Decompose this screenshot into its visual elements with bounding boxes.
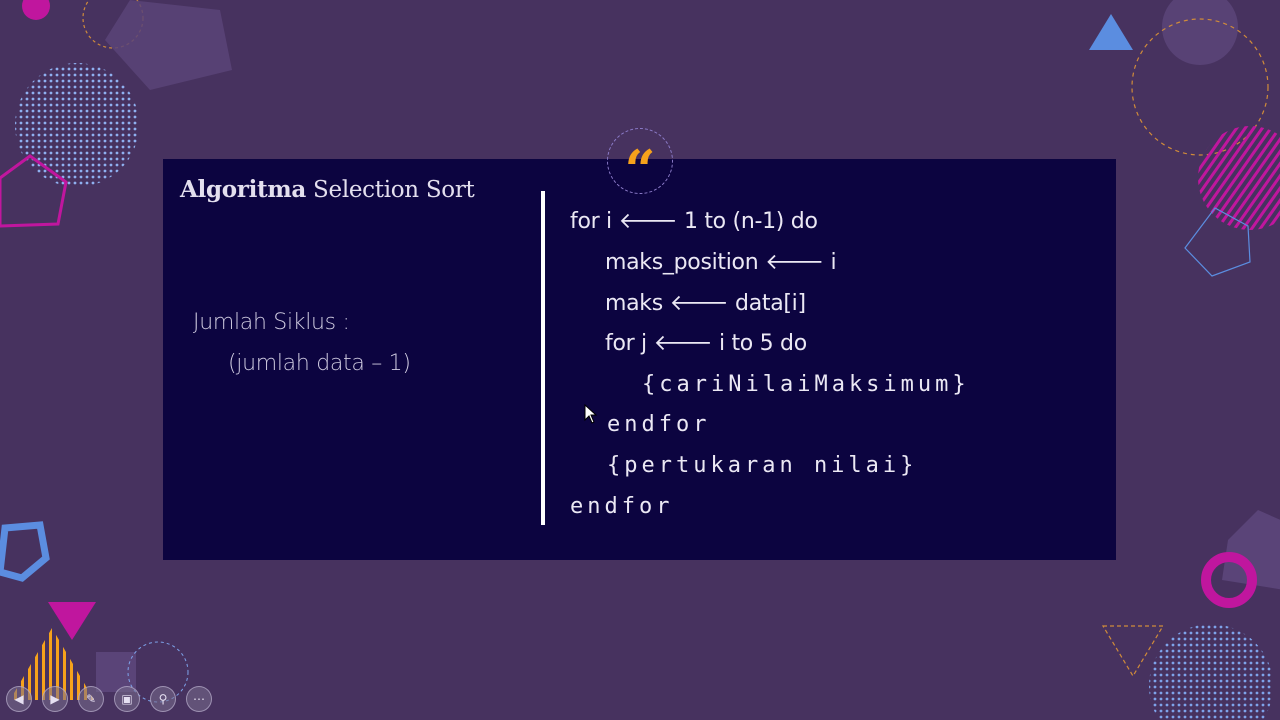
code-line-1-a: for i: [570, 209, 612, 234]
next-slide-button[interactable]: ▶: [42, 686, 68, 712]
jumlah-siklus-label: Jumlah Siklus :: [193, 310, 350, 335]
code-line-6: endfor: [607, 412, 711, 437]
faint-circle-shape: [1162, 0, 1238, 65]
code-line-2-a: maks_position: [605, 250, 759, 275]
code-line-3-a: maks: [605, 291, 663, 316]
code-line-3: maks 🡐 data[i]: [605, 290, 806, 316]
left-arrow-icon: 🡐: [669, 291, 729, 316]
see-all-slides-button[interactable]: ▣: [114, 686, 140, 712]
left-arrow-icon: 🡐: [653, 331, 713, 356]
mouse-cursor-icon: [584, 404, 598, 424]
jumlah-siklus-formula: (jumlah data – 1): [228, 351, 411, 376]
dotted-circle-bottom-shape: [1149, 624, 1273, 720]
pentagon-shape: [105, 0, 232, 90]
left-arrow-icon: 🡐: [618, 209, 678, 234]
quote-badge: “: [607, 128, 673, 202]
code-line-4-a: for j: [605, 331, 647, 356]
magenta-dot-shape: [22, 0, 50, 20]
slide-title: Algoritma Selection Sort: [180, 176, 475, 203]
blue-triangle-shape: [1089, 14, 1133, 50]
code-line-2: maks_position 🡐 i: [605, 249, 837, 275]
code-line-2-b: i: [830, 250, 837, 275]
code-line-4: for j 🡐 i to 5 do: [605, 330, 807, 356]
slide-title-bold: Algoritma: [180, 176, 307, 203]
code-line-5: {cariNilaiMaksimum}: [642, 372, 970, 397]
more-options-button[interactable]: ⋯: [186, 686, 212, 712]
previous-slide-button[interactable]: ◀: [6, 686, 32, 712]
vertical-divider: [541, 191, 545, 525]
pen-tool-button[interactable]: ✎: [78, 686, 104, 712]
code-line-7: {pertukaran nilai}: [607, 453, 918, 478]
blue-pentagon-outline-shape: [0, 521, 50, 582]
left-arrow-icon: 🡐: [765, 250, 824, 275]
quote-icon: “: [624, 138, 656, 202]
code-line-3-b: data[i]: [735, 291, 806, 316]
slideshow-controls: ◀ ▶ ✎ ▣ ⚲ ⋯: [6, 686, 212, 712]
code-line-1-b: 1 to (n-1) do: [683, 209, 818, 234]
zoom-button[interactable]: ⚲: [150, 686, 176, 712]
code-line-1: for i 🡐 1 to (n-1) do: [570, 208, 818, 234]
slide-title-rest: Selection Sort: [313, 177, 475, 203]
code-line-8: endfor: [570, 494, 674, 519]
dotted-circle-shape: [15, 63, 139, 187]
code-line-4-b: i to 5 do: [718, 331, 807, 356]
